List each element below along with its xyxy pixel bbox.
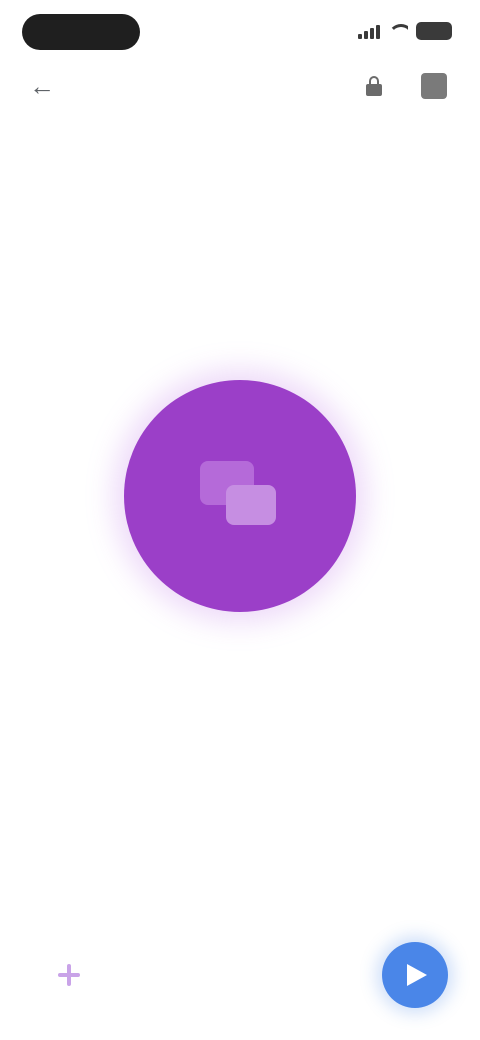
- signal-icon: [358, 23, 380, 39]
- compose-input[interactable]: [44, 950, 364, 1000]
- battery-icon: [416, 22, 452, 40]
- chat-bubbles-icon: [200, 461, 280, 531]
- send-button[interactable]: [382, 942, 448, 1008]
- hero-illustration: [0, 380, 480, 612]
- primary-text-button[interactable]: [180, 744, 300, 784]
- status-time-pill: [22, 14, 140, 50]
- back-button[interactable]: ←: [24, 68, 60, 104]
- send-icon: [407, 964, 427, 986]
- top-app-bar: ←: [0, 62, 480, 110]
- back-arrow-icon: ←: [29, 70, 55, 101]
- lock-button[interactable]: [356, 70, 392, 102]
- sparkle-icon: [58, 964, 80, 986]
- hero-circle: [124, 380, 356, 612]
- app-bar-actions: [356, 70, 452, 102]
- screen: ←: [0, 0, 480, 1040]
- compose-bar: [0, 920, 480, 1030]
- more-options-button[interactable]: [416, 70, 452, 102]
- more-icon: [421, 73, 447, 99]
- wifi-icon: [388, 24, 408, 38]
- lock-icon: [366, 76, 382, 96]
- status-bar: [0, 0, 480, 60]
- status-icons: [358, 20, 452, 42]
